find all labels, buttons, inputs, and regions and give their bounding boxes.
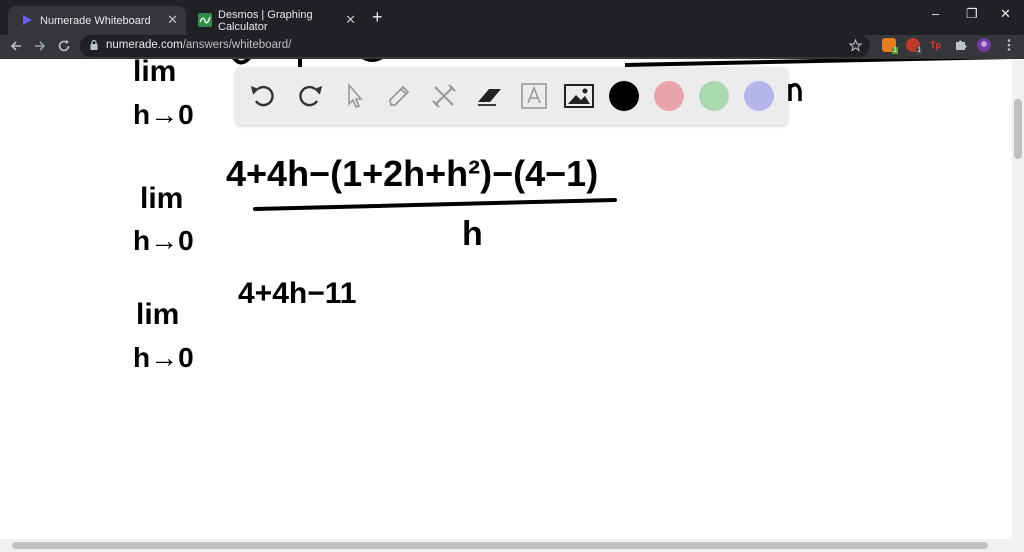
extension-badge: 1 (916, 47, 922, 54)
handwriting-numerator: 4+4h−(1+2h+h²)−(4−1) (226, 153, 598, 194)
url-text: numerade.com/answers/whiteboard/ (106, 39, 291, 51)
ink-stroke-partial (232, 59, 383, 67)
close-tab-icon[interactable]: ✕ (167, 12, 178, 28)
kebab-menu-icon[interactable] (1002, 38, 1016, 52)
ink-stroke-partial (624, 59, 1012, 67)
extension-icon[interactable]: 1 (882, 38, 898, 54)
ink-stroke-partial (788, 83, 802, 101)
fraction-bar (253, 198, 617, 211)
puzzle-icon[interactable] (954, 38, 968, 52)
vertical-scrollbar[interactable] (1012, 59, 1024, 539)
handwriting-limit-var: h→0 (133, 99, 194, 130)
bookmark-star-icon[interactable] (849, 39, 862, 52)
handwriting-numerator: 4+4h−11 (238, 277, 356, 310)
lock-icon (90, 40, 98, 50)
handwriting-denominator: h (462, 215, 483, 253)
color-swatch-green[interactable] (699, 81, 729, 111)
handwriting-limit-var: h→0 (133, 342, 194, 373)
image-icon[interactable] (564, 81, 594, 111)
extension-icon[interactable]: 1 (906, 38, 922, 54)
tab-strip: Numerade Whiteboard ✕ Desmos | Graphing … (0, 0, 1024, 35)
close-tab-icon[interactable]: ✕ (345, 12, 356, 28)
handwriting-lim: lim (136, 298, 179, 331)
forward-arrow-icon[interactable] (33, 39, 47, 53)
select-pointer-icon[interactable] (339, 81, 369, 111)
desmos-logo-icon (198, 13, 212, 27)
undo-icon[interactable] (249, 81, 279, 111)
extension-icon[interactable]: Tp (930, 38, 944, 52)
tools-icon[interactable] (429, 81, 459, 111)
avatar[interactable] (977, 38, 991, 52)
new-tab-button[interactable]: + (372, 7, 383, 28)
reload-icon[interactable] (57, 39, 71, 53)
color-swatch-black[interactable] (609, 81, 639, 111)
tab-title: Numerade Whiteboard (40, 14, 151, 27)
text-box-icon[interactable] (519, 81, 549, 111)
redo-icon[interactable] (294, 81, 324, 111)
close-window-icon[interactable]: ✕ (1000, 6, 1011, 22)
whiteboard-canvas[interactable]: lim h→0 lim h→0 4+4h−(1+2h+h²)−(4−1) h l… (0, 59, 1012, 539)
extension-badge: 1 (892, 47, 898, 54)
tab-numerade-whiteboard[interactable]: Numerade Whiteboard ✕ (8, 6, 186, 35)
handwriting-layer: lim h→0 lim h→0 4+4h−(1+2h+h²)−(4−1) h l… (133, 59, 1012, 373)
numerade-logo-icon (23, 15, 32, 25)
restore-icon[interactable]: ❐ (966, 6, 978, 22)
handwriting-lim: lim (133, 59, 176, 88)
horizontal-scrollbar-thumb[interactable] (12, 542, 988, 549)
toolbar: numerade.com/answers/whiteboard/ 1 1 Tp (0, 35, 1024, 59)
whiteboard-toolbar (235, 67, 788, 125)
address-bar[interactable]: numerade.com/answers/whiteboard/ (80, 35, 870, 57)
color-swatch-purple[interactable] (744, 81, 774, 111)
vertical-scrollbar-thumb[interactable] (1014, 99, 1022, 159)
back-arrow-icon[interactable] (9, 39, 23, 53)
eraser-icon[interactable] (474, 81, 504, 111)
url-host: numerade.com (106, 39, 183, 51)
color-swatch-pink[interactable] (654, 81, 684, 111)
pen-icon[interactable] (384, 81, 414, 111)
minimize-icon[interactable]: – (932, 6, 939, 21)
url-path: /answers/whiteboard/ (182, 39, 292, 51)
horizontal-scrollbar[interactable] (0, 539, 1024, 552)
tab-title: Desmos | Graphing Calculator (218, 8, 313, 33)
tab-desmos[interactable]: Desmos | Graphing Calculator ✕ (186, 6, 364, 35)
handwriting-lim: lim (140, 182, 183, 215)
handwriting-limit-var: h→0 (133, 225, 194, 256)
